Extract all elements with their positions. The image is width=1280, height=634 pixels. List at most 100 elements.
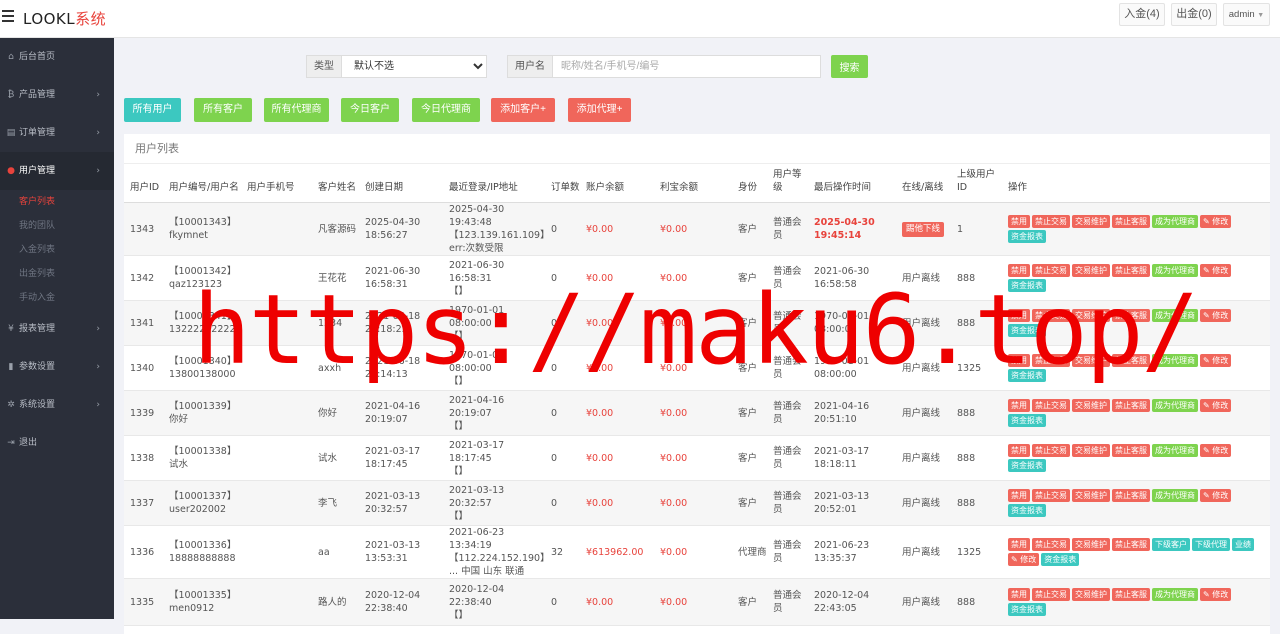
cell-id: 1337	[124, 480, 163, 526]
action-button[interactable]: 禁止交易	[1032, 353, 1070, 367]
action-button[interactable]: 下级代理	[1192, 537, 1230, 551]
action-button[interactable]: 禁止客服	[1112, 308, 1150, 322]
action-button[interactable]: 禁用	[1008, 214, 1030, 228]
action-button[interactable]: ✎ 修改	[1200, 398, 1232, 412]
sidebar-item-6[interactable]: ✲ 系统设置 ›	[0, 386, 114, 424]
action-button[interactable]: 成为代理商	[1152, 587, 1198, 601]
action-button[interactable]: 成为代理商	[1152, 398, 1198, 412]
kick-offline-button[interactable]: 踢他下线	[902, 221, 945, 237]
sidebar-item-7[interactable]: ⇥ 退出	[0, 424, 114, 462]
action-button[interactable]: 禁止客服	[1112, 353, 1150, 367]
action-button[interactable]: 下级客户	[1152, 537, 1190, 551]
action-button[interactable]: 交易维护	[1072, 537, 1110, 551]
sidebar-subitem-3[interactable]: 出金列表	[0, 262, 114, 286]
action-button[interactable]: 交易维护	[1072, 488, 1110, 502]
sidebar-subitem-4[interactable]: 手动入金	[0, 286, 114, 310]
username-search-input[interactable]	[552, 55, 821, 78]
action-button[interactable]: 禁止交易	[1032, 308, 1070, 322]
action-button[interactable]: 成为代理商	[1152, 353, 1198, 367]
action-button[interactable]: 交易维护	[1072, 398, 1110, 412]
action-button[interactable]: 成为代理商	[1152, 214, 1198, 228]
action-button[interactable]: 资金报表	[1008, 602, 1046, 616]
action-button[interactable]: 资金报表	[1008, 413, 1046, 427]
cell-parent: 888	[951, 255, 1002, 301]
sidebar-item-4[interactable]: ¥ 报表管理 ›	[0, 310, 114, 348]
sidebar-subitem-0[interactable]: 客户列表	[0, 190, 114, 214]
action-button[interactable]: 成为代理商	[1152, 443, 1198, 457]
action-button[interactable]: 禁止客服	[1112, 537, 1150, 551]
action-button[interactable]: 资金报表	[1008, 368, 1046, 382]
sidebar-subitem-1[interactable]: 我的团队	[0, 214, 114, 238]
search-button[interactable]: 搜索	[831, 55, 868, 78]
quick-filter-button-2[interactable]: 所有代理商	[264, 98, 329, 122]
action-button[interactable]: 禁止客服	[1112, 488, 1150, 502]
cell-balance: ¥0.00	[580, 345, 654, 391]
cell-id: 1339	[124, 390, 163, 436]
quick-filter-button-0[interactable]: 所有用户	[124, 98, 181, 122]
action-button[interactable]: 禁止交易	[1032, 398, 1070, 412]
action-button[interactable]: 禁止交易	[1032, 214, 1070, 228]
sidebar-item-3[interactable]: ● 用户管理 ›	[0, 152, 114, 190]
table-row: 1343 【10001343】 fkymnet 凡客源码 2025-04-30 18:5…	[124, 202, 1270, 256]
action-button[interactable]: 禁止交易	[1032, 587, 1070, 601]
action-button[interactable]: 资金报表	[1041, 552, 1080, 566]
action-button[interactable]: 资金报表	[1008, 229, 1046, 243]
sidebar-item-1[interactable]: ₿ 产品管理 ›	[0, 76, 114, 114]
action-button[interactable]: 禁用	[1008, 443, 1030, 457]
action-button[interactable]: 禁止客服	[1112, 398, 1150, 412]
sidebar-item-0[interactable]: ⌂ 后台首页	[0, 38, 114, 76]
deposit-button[interactable]: 入金(4)	[1119, 3, 1165, 26]
action-button[interactable]: 禁止客服	[1112, 263, 1150, 277]
action-button[interactable]: 禁止交易	[1032, 263, 1070, 277]
action-button[interactable]: 禁止交易	[1032, 443, 1070, 457]
menu-toggle-icon[interactable]	[2, 10, 14, 22]
action-button[interactable]: 交易维护	[1072, 214, 1110, 228]
action-button[interactable]: ✎ 修改	[1200, 263, 1232, 277]
action-button[interactable]: 禁止客服	[1112, 587, 1150, 601]
cell-phone	[241, 480, 312, 526]
sidebar-item-5[interactable]: ▮ 参数设置 ›	[0, 348, 114, 386]
action-button[interactable]: 交易维护	[1072, 353, 1110, 367]
action-button[interactable]: ✎ 修改	[1008, 552, 1040, 566]
action-button[interactable]: 禁止交易	[1032, 488, 1070, 502]
action-button[interactable]: 禁用	[1008, 537, 1030, 551]
action-button[interactable]: 禁止客服	[1112, 443, 1150, 457]
action-button[interactable]: 资金报表	[1008, 458, 1046, 472]
action-button[interactable]: 交易维护	[1072, 308, 1110, 322]
action-button[interactable]: 业绩	[1232, 537, 1254, 551]
action-button[interactable]: 禁用	[1008, 308, 1030, 322]
action-button[interactable]: 交易维护	[1072, 587, 1110, 601]
action-button[interactable]: ✎ 修改	[1200, 308, 1232, 322]
action-button[interactable]: 成为代理商	[1152, 263, 1198, 277]
action-button[interactable]: ✎ 修改	[1200, 353, 1232, 367]
cell-balance: ¥0.00	[580, 390, 654, 436]
quick-filter-button-5[interactable]: 添加客户+	[491, 98, 555, 122]
quick-filter-button-4[interactable]: 今日代理商	[412, 98, 480, 122]
action-button[interactable]: 禁用	[1008, 587, 1030, 601]
action-button[interactable]: 禁止交易	[1032, 537, 1070, 551]
action-button[interactable]: ✎ 修改	[1200, 587, 1232, 601]
action-button[interactable]: 资金报表	[1008, 503, 1046, 517]
action-button[interactable]: 禁用	[1008, 488, 1030, 502]
action-button[interactable]: 交易维护	[1072, 443, 1110, 457]
action-button[interactable]: 禁用	[1008, 398, 1030, 412]
sidebar-item-2[interactable]: ▤ 订单管理 ›	[0, 114, 114, 152]
sidebar-subitem-2[interactable]: 入金列表	[0, 238, 114, 262]
quick-filter-button-6[interactable]: 添加代理+	[568, 98, 631, 122]
action-button[interactable]: 资金报表	[1008, 278, 1046, 292]
quick-filter-button-1[interactable]: 所有客户	[194, 98, 252, 122]
action-button[interactable]: 禁止客服	[1112, 214, 1150, 228]
type-select[interactable]: 默认不选	[341, 55, 487, 78]
action-button[interactable]: 成为代理商	[1152, 308, 1198, 322]
action-button[interactable]: 交易维护	[1072, 263, 1110, 277]
action-button[interactable]: 禁用	[1008, 263, 1030, 277]
action-button[interactable]: 禁用	[1008, 353, 1030, 367]
action-button[interactable]: ✎ 修改	[1200, 488, 1232, 502]
action-button[interactable]: ✎ 修改	[1200, 214, 1232, 228]
quick-filter-button-3[interactable]: 今日客户	[341, 98, 399, 122]
action-button[interactable]: 资金报表	[1008, 323, 1046, 337]
action-button[interactable]: 成为代理商	[1152, 488, 1198, 502]
admin-dropdown[interactable]: admin ▼	[1223, 3, 1270, 26]
action-button[interactable]: ✎ 修改	[1200, 443, 1232, 457]
withdraw-button[interactable]: 出金(0)	[1171, 3, 1217, 26]
